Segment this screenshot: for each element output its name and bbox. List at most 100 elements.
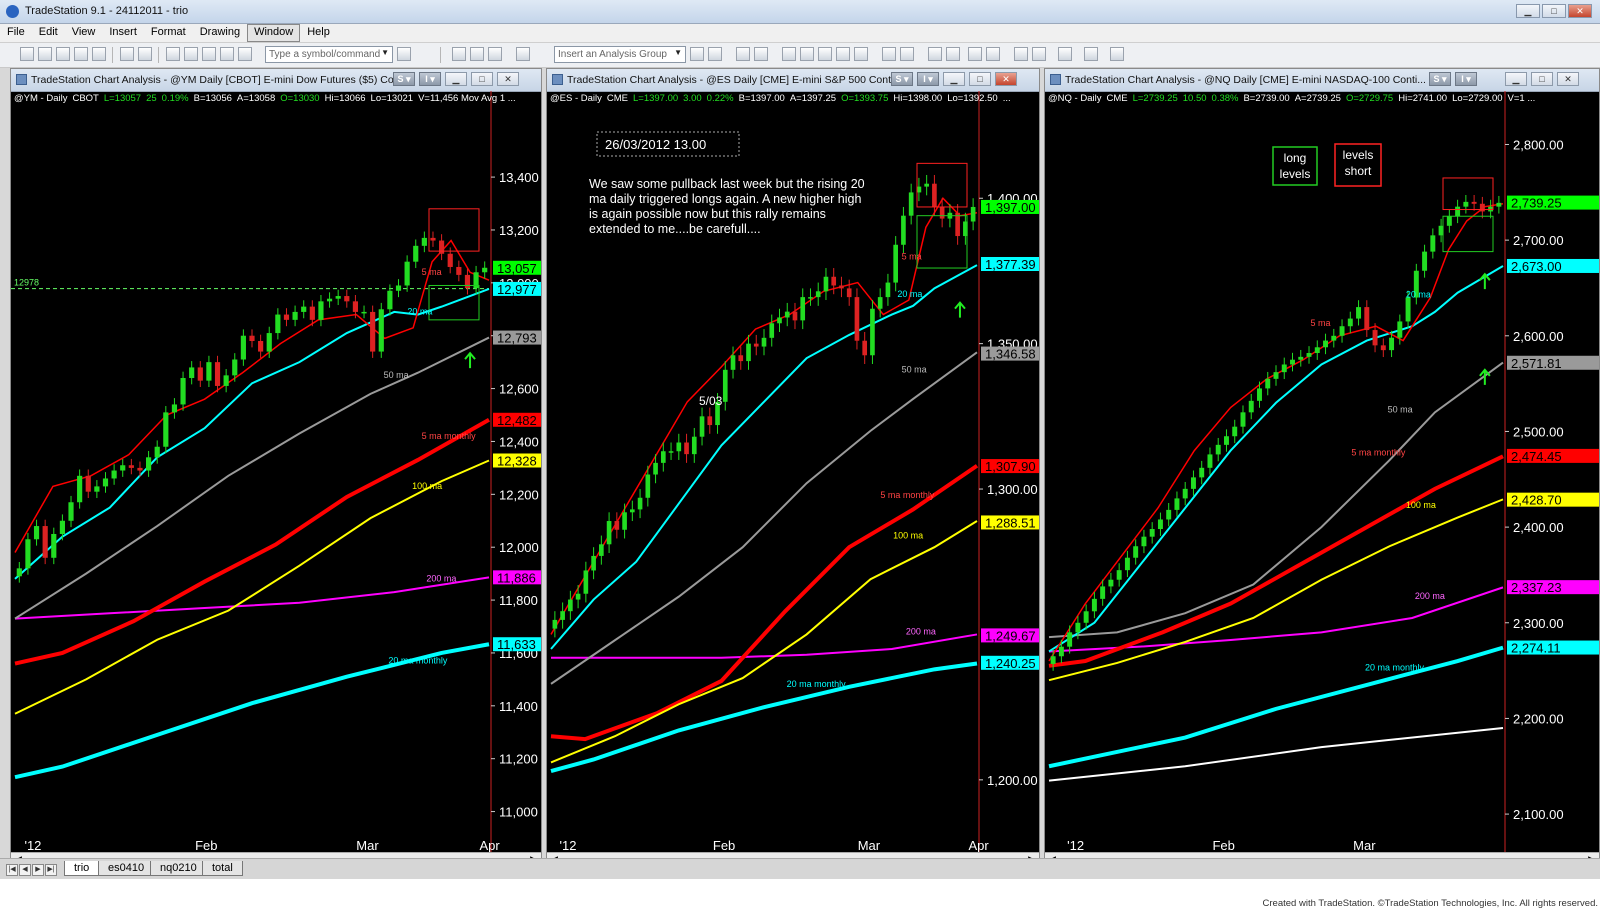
candle-body [344,296,350,302]
bar-compress-icon[interactable] [900,47,914,61]
close-icon[interactable]: ✕ [497,72,519,86]
data-window-icon[interactable] [754,47,768,61]
up-arrow-icon [464,351,476,369]
symbol-link-button[interactable]: S ▾ [1429,72,1451,86]
candle-body [699,416,705,437]
ma-label: 200 ma [426,574,456,584]
y-tick-label: 11,000 [499,805,538,820]
strategy-icon[interactable] [708,47,722,61]
symbol-link-button[interactable]: S ▾ [891,72,913,86]
analysis-group-select[interactable]: Insert an Analysis Group ▼ [554,46,686,63]
menu-window[interactable]: Window [247,24,301,42]
point-figure-icon[interactable] [836,47,850,61]
candle-body [1455,206,1461,217]
menu-help[interactable]: Help [300,24,337,42]
ma-label: 200 ma [1415,591,1445,601]
chevron-down-icon[interactable]: ▼ [674,48,682,57]
lock-icon[interactable] [202,47,216,61]
link-icon[interactable] [220,47,234,61]
price-tag-label: 13,057 [497,261,537,276]
symbol-input[interactable]: Type a symbol/command ▼ [265,46,393,63]
candle-body [955,212,960,237]
quote-exchange: CME [606,93,628,104]
minimize-icon[interactable]: ▁ [1505,72,1527,86]
tab-nq0210[interactable]: nq0210 [150,861,207,876]
candle-icon[interactable] [800,47,814,61]
pointer-icon[interactable] [1014,47,1028,61]
chevron-down-icon[interactable]: ▼ [381,48,389,57]
y-tick-label: 2,300.00 [1513,616,1564,631]
maximize-icon[interactable]: □ [1531,72,1553,86]
menu-file[interactable]: File [0,24,32,42]
bar-spacing-icon[interactable] [882,47,896,61]
info-icon[interactable] [1110,47,1124,61]
grid-icon[interactable] [184,47,198,61]
price-chart[interactable]: 2,100.00 2,200.00 2,300.00 2,400.00 2,500.00… [1045,91,1599,856]
tab-trio[interactable]: trio [64,861,100,876]
zoom-out-icon[interactable] [986,47,1000,61]
drawing-icon[interactable] [1032,47,1046,61]
open-icon[interactable] [38,47,52,61]
menu-insert[interactable]: Insert [102,24,144,42]
candle-body [1290,359,1295,365]
next-tab-icon[interactable]: ▶ [32,864,44,876]
format-icon[interactable] [736,47,750,61]
maximize-icon[interactable]: □ [969,72,991,86]
candle-body [575,593,581,600]
candle-red-icon[interactable] [854,47,868,61]
window-icon[interactable] [452,47,466,61]
candle-body [908,192,914,216]
y-tick-label: 2,200.00 [1513,711,1564,726]
minimize-icon[interactable]: ▁ [943,72,965,86]
minimize-icon[interactable]: ▁ [1516,4,1540,18]
chart-icon[interactable] [166,47,180,61]
ma-label: 5 ma [902,251,922,261]
interval-link-button[interactable]: I ▾ [419,72,441,86]
tab-total[interactable]: total [202,861,243,876]
new-icon[interactable] [20,47,34,61]
layout-icon[interactable] [470,47,484,61]
print-icon[interactable] [138,47,152,61]
prev-tab-icon[interactable]: ◀ [19,864,31,876]
price-tag-label: 2,474.45 [1511,449,1562,464]
chart-icon [1050,74,1061,85]
first-tab-icon[interactable]: |◀ [6,864,18,876]
print-preview-icon[interactable] [120,47,134,61]
globe-icon[interactable] [238,47,252,61]
interval-link-button[interactable]: I ▾ [917,72,939,86]
minimize-icon[interactable]: ▁ [445,72,467,86]
table-icon[interactable] [488,47,502,61]
close-icon[interactable]: ✕ [1557,72,1579,86]
color-icon[interactable] [928,47,942,61]
interval-link-button[interactable]: I ▾ [1455,72,1477,86]
maximize-icon[interactable]: □ [1542,4,1566,18]
dropdown-icon[interactable] [946,47,960,61]
close-icon[interactable]: ✕ [995,72,1017,86]
save-icon[interactable] [56,47,70,61]
line-chart-icon[interactable] [818,47,832,61]
cut-icon[interactable] [74,47,88,61]
chart-window-title: TradeStation Chart Analysis - @NQ Daily … [1065,74,1426,86]
analysis-icon[interactable] [516,47,530,61]
zoom-in-icon[interactable] [968,47,982,61]
settings-icon[interactable] [1084,47,1098,61]
bar-chart-icon[interactable] [782,47,796,61]
close-icon[interactable]: ✕ [1568,4,1592,18]
tab-es0410[interactable]: es0410 [98,861,155,876]
menu-edit[interactable]: Edit [32,24,65,42]
menu-drawing[interactable]: Drawing [193,24,247,42]
go-arrow-icon[interactable] [397,47,411,61]
copy-icon[interactable] [92,47,106,61]
candle-body [370,311,376,352]
candle-body [730,355,736,370]
symbol-link-button[interactable]: S ▾ [393,72,415,86]
menu-format[interactable]: Format [144,24,193,42]
menu-view[interactable]: View [65,24,103,42]
last-tab-icon[interactable]: ▶| [45,864,57,876]
maximize-icon[interactable]: □ [471,72,493,86]
indicator-icon[interactable] [690,47,704,61]
candle-body [102,478,109,487]
candle-body [266,333,272,352]
tools-icon[interactable] [1058,47,1072,61]
price-chart[interactable]: 11,00011,20011,40011,60011,80012,00012,2… [11,91,541,856]
